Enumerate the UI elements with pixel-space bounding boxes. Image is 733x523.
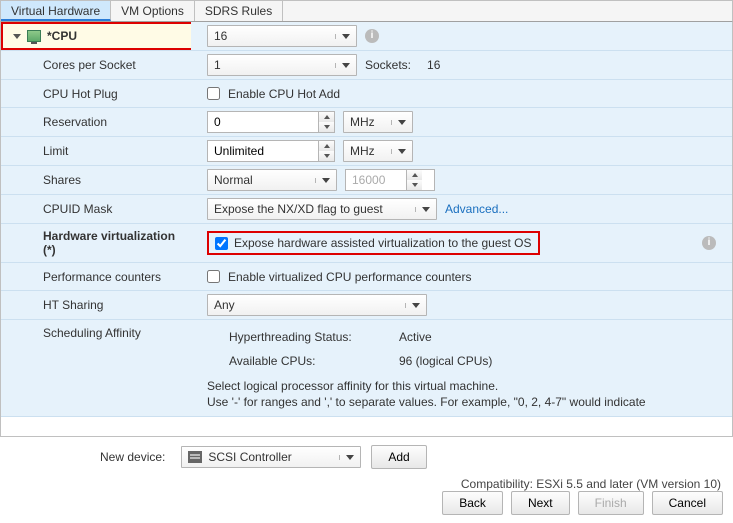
spinner-down-icon[interactable] (319, 151, 334, 161)
scheduling-affinity-row: Scheduling Affinity Hyperthreading Statu… (1, 320, 732, 417)
reservation-unit-select[interactable]: MHz (343, 111, 413, 133)
performance-counters-label: Performance counters (1, 265, 191, 289)
hyperthreading-status-value: Active (399, 330, 432, 344)
dropdown-arrow-icon (391, 149, 406, 154)
reservation-input[interactable] (208, 112, 318, 132)
cores-per-socket-row: Cores per Socket 1 Sockets: 16 (1, 51, 732, 80)
available-cpus-label: Available CPUs: (229, 354, 399, 368)
available-cpus-value: 96 (logical CPUs) (399, 354, 492, 368)
cancel-button[interactable]: Cancel (652, 491, 723, 515)
reservation-spinner[interactable] (207, 111, 335, 133)
new-device-select[interactable]: SCSI Controller (181, 446, 361, 468)
shares-value-spinner (345, 169, 435, 191)
cores-per-socket-select[interactable]: 1 (207, 54, 357, 76)
chevron-down-icon (13, 34, 21, 39)
ht-sharing-select[interactable]: Any (207, 294, 427, 316)
cores-per-socket-label: Cores per Socket (1, 53, 191, 77)
limit-row: Limit MHz (1, 137, 732, 166)
tab-virtual-hardware[interactable]: Virtual Hardware (1, 1, 111, 21)
cpu-hot-add-checkbox[interactable] (207, 87, 220, 100)
back-button[interactable]: Back (442, 491, 503, 515)
cpu-hot-plug-row: CPU Hot Plug Enable CPU Hot Add (1, 80, 732, 108)
reservation-unit-value: MHz (350, 115, 385, 129)
hyperthreading-status-label: Hyperthreading Status: (229, 330, 399, 344)
reservation-row: Reservation MHz (1, 108, 732, 137)
expose-hw-virt-label: Expose hardware assisted virtualization … (234, 236, 532, 250)
shares-label: Shares (1, 168, 191, 192)
settings-panel: *CPU 16 i Cores per Socket 1 (0, 22, 733, 437)
cpu-hot-plug-label: CPU Hot Plug (1, 82, 191, 106)
limit-input[interactable] (208, 141, 318, 161)
cpuid-mask-row: CPUID Mask Expose the NX/XD flag to gues… (1, 195, 732, 224)
expose-hw-virt-checkbox[interactable] (215, 237, 228, 250)
cpu-section-header[interactable]: *CPU (1, 22, 191, 50)
limit-label: Limit (1, 139, 191, 163)
finish-button: Finish (578, 491, 644, 515)
hardware-virtualization-row: Hardware virtualization (*) Expose hardw… (1, 224, 732, 263)
affinity-note-1: Select logical processor affinity for th… (207, 378, 716, 394)
reservation-label: Reservation (1, 110, 191, 134)
hardware-virtualization-label: Hardware virtualization (*) (1, 224, 191, 262)
cpuid-advanced-link[interactable]: Advanced... (445, 202, 508, 216)
limit-unit-value: MHz (350, 144, 385, 158)
cpuid-mask-select[interactable]: Expose the NX/XD flag to guest (207, 198, 437, 220)
compatibility-label: Compatibility: ESXi 5.5 and later (VM ve… (0, 469, 733, 491)
dropdown-arrow-icon (315, 178, 330, 183)
cpuid-mask-label: CPUID Mask (1, 197, 191, 221)
info-icon: i (702, 236, 716, 250)
wizard-buttons: Back Next Finish Cancel (442, 491, 723, 515)
cpuid-mask-value: Expose the NX/XD flag to guest (214, 202, 409, 216)
cores-per-socket-value: 1 (214, 58, 329, 72)
spinner-down-icon (407, 180, 422, 190)
affinity-note-2: Use '-' for ranges and ',' to separate v… (207, 394, 716, 410)
shares-level-value: Normal (214, 173, 309, 187)
add-device-button[interactable]: Add (371, 445, 426, 469)
hardware-virtualization-highlight: Expose hardware assisted virtualization … (207, 231, 540, 255)
cpu-hot-add-label: Enable CPU Hot Add (228, 87, 340, 101)
dropdown-arrow-icon (335, 34, 350, 39)
info-icon: i (365, 29, 379, 43)
next-button[interactable]: Next (511, 491, 570, 515)
new-device-value: SCSI Controller (208, 450, 333, 464)
tab-bar: Virtual Hardware VM Options SDRS Rules (0, 0, 733, 22)
limit-spinner[interactable] (207, 140, 335, 162)
limit-unit-select[interactable]: MHz (343, 140, 413, 162)
spinner-up-icon (407, 170, 422, 180)
new-device-row: New device: SCSI Controller Add (100, 437, 733, 469)
ht-sharing-label: HT Sharing (1, 293, 191, 317)
shares-level-select[interactable]: Normal (207, 169, 337, 191)
cpu-section-row: *CPU 16 i (1, 22, 732, 51)
tab-vm-options[interactable]: VM Options (111, 1, 195, 21)
settings-scroll[interactable]: *CPU 16 i Cores per Socket 1 (1, 22, 732, 436)
cpu-count-select[interactable]: 16 (207, 25, 357, 47)
spinner-up-icon[interactable] (319, 141, 334, 151)
cpu-icon (27, 30, 41, 42)
tab-sdrs-rules[interactable]: SDRS Rules (195, 1, 283, 21)
sockets-label: Sockets: (365, 58, 411, 72)
performance-counters-row: Performance counters Enable virtualized … (1, 263, 732, 291)
cpu-count-value: 16 (214, 29, 329, 43)
perf-counters-checkbox[interactable] (207, 270, 220, 283)
dropdown-arrow-icon (339, 455, 354, 460)
shares-row: Shares Normal (1, 166, 732, 195)
shares-value-input (346, 170, 406, 190)
scsi-controller-icon (188, 451, 202, 463)
dropdown-arrow-icon (405, 303, 420, 308)
cpu-section-label: *CPU (47, 29, 77, 43)
ht-sharing-row: HT Sharing Any (1, 291, 732, 320)
dropdown-arrow-icon (335, 63, 350, 68)
perf-counters-checkbox-label: Enable virtualized CPU performance count… (228, 270, 471, 284)
ht-sharing-value: Any (214, 298, 399, 312)
spinner-up-icon[interactable] (319, 112, 334, 122)
sockets-value: 16 (427, 58, 440, 72)
dropdown-arrow-icon (391, 120, 406, 125)
spinner-down-icon[interactable] (319, 122, 334, 132)
scheduling-affinity-label: Scheduling Affinity (1, 320, 191, 345)
new-device-label: New device: (100, 450, 165, 464)
dropdown-arrow-icon (415, 207, 430, 212)
